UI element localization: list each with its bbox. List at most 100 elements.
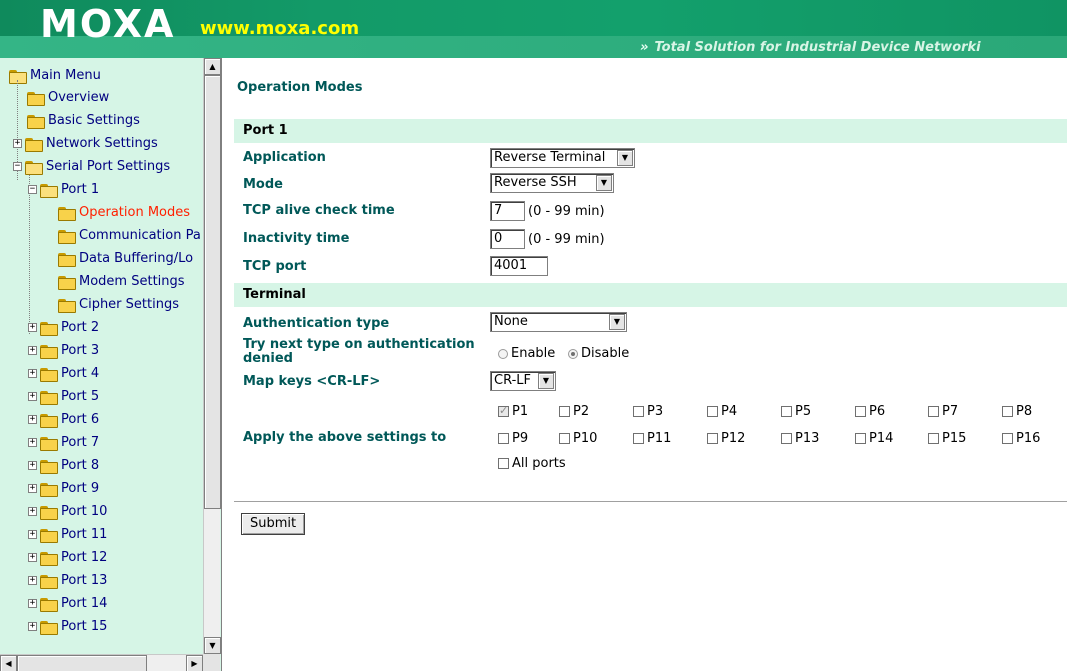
expand-plus-icon[interactable]: + <box>28 415 37 424</box>
checkbox-box[interactable] <box>1002 433 1013 444</box>
scroll-left-icon[interactable]: ◀ <box>0 655 17 671</box>
sidebar-item-network-settings[interactable]: + Network Settings <box>13 132 158 155</box>
checkbox-box[interactable] <box>498 458 509 469</box>
sidebar-item-overview[interactable]: Overview <box>26 86 109 109</box>
sidebar-item-serial-port-settings[interactable]: − Serial Port Settings <box>13 155 170 178</box>
sidebar-item-port-11[interactable]: + Port 11 <box>28 523 107 546</box>
auth-type-select[interactable]: None ▼ <box>490 312 627 332</box>
sidebar-item-port-4[interactable]: + Port 4 <box>28 362 99 385</box>
sidebar-item-operation-modes[interactable]: Operation Modes <box>57 201 190 224</box>
sidebar-vertical-scrollbar[interactable]: ▲ ▼ <box>203 58 221 654</box>
expand-plus-icon[interactable]: + <box>28 507 37 516</box>
sidebar-item-port-6[interactable]: + Port 6 <box>28 408 99 431</box>
collapse-minus-icon[interactable]: − <box>13 162 22 171</box>
sidebar-horizontal-scrollbar[interactable]: ◀ ▶ <box>0 654 220 671</box>
sidebar-item-port-12[interactable]: + Port 12 <box>28 546 107 569</box>
apply-label: Apply the above settings to <box>243 430 447 445</box>
collapse-minus-icon[interactable]: − <box>28 185 37 194</box>
sidebar-item-port-1[interactable]: − Port 1 <box>28 178 99 201</box>
checkbox-box[interactable] <box>781 406 792 417</box>
scroll-up-icon[interactable]: ▲ <box>204 58 221 75</box>
checkbox-box[interactable] <box>855 406 866 417</box>
checkbox-box[interactable] <box>498 404 509 417</box>
port-checkbox-p12[interactable]: P12 <box>707 431 745 446</box>
checkbox-box[interactable] <box>559 433 570 444</box>
checkbox-box[interactable] <box>781 433 792 444</box>
inactivity-input[interactable]: 0 <box>490 229 525 249</box>
checkbox-box[interactable] <box>855 433 866 444</box>
checkbox-box[interactable] <box>1002 406 1013 417</box>
checkbox-box[interactable] <box>928 433 939 444</box>
port-checkbox-p1[interactable]: P1 <box>498 404 528 419</box>
port-checkbox-p9[interactable]: P9 <box>498 431 528 446</box>
radio-dot[interactable] <box>568 348 578 359</box>
all-ports-checkbox[interactable]: All ports <box>498 456 566 471</box>
sidebar-item-port-5[interactable]: + Port 5 <box>28 385 99 408</box>
checkbox-box[interactable] <box>928 406 939 417</box>
sidebar-item-port-9[interactable]: + Port 9 <box>28 477 99 500</box>
try-next-enable-radio[interactable]: Enable <box>498 346 555 361</box>
expand-plus-icon[interactable]: + <box>28 369 37 378</box>
port-checkbox-p7[interactable]: P7 <box>928 404 958 419</box>
port-checkbox-p13[interactable]: P13 <box>781 431 819 446</box>
mode-select[interactable]: Reverse SSH ▼ <box>490 173 614 193</box>
radio-dot[interactable] <box>498 348 508 359</box>
scrollbar-thumb[interactable] <box>204 75 221 509</box>
tcp-alive-input[interactable]: 7 <box>490 201 525 221</box>
port-checkbox-p14[interactable]: P14 <box>855 431 893 446</box>
sidebar-item-cipher-settings[interactable]: Cipher Settings <box>57 293 179 316</box>
expand-plus-icon[interactable]: + <box>28 530 37 539</box>
port-checkbox-p3[interactable]: P3 <box>633 404 663 419</box>
sidebar-item-port-7[interactable]: + Port 7 <box>28 431 99 454</box>
sidebar-item-label: Basic Settings <box>48 113 140 128</box>
sidebar-item-basic-settings[interactable]: Basic Settings <box>26 109 140 132</box>
checkbox-box[interactable] <box>559 406 570 417</box>
sidebar-item-port-3[interactable]: + Port 3 <box>28 339 99 362</box>
scrollbar-thumb[interactable] <box>17 655 147 671</box>
sidebar-item-port-14[interactable]: + Port 14 <box>28 592 107 615</box>
logo-url[interactable]: www.moxa.com <box>200 18 359 39</box>
sidebar-item-main-menu[interactable]: Main Menu <box>8 64 101 87</box>
expand-plus-icon[interactable]: + <box>28 484 37 493</box>
checkbox-box[interactable] <box>707 406 718 417</box>
checkbox-box[interactable] <box>633 433 644 444</box>
scroll-down-icon[interactable]: ▼ <box>204 637 221 654</box>
port-checkbox-p10[interactable]: P10 <box>559 431 597 446</box>
port-checkbox-p11[interactable]: P11 <box>633 431 671 446</box>
sidebar-item-modem-settings[interactable]: Modem Settings <box>57 270 185 293</box>
port-checkbox-p6[interactable]: P6 <box>855 404 885 419</box>
expand-plus-icon[interactable]: + <box>28 392 37 401</box>
checkbox-box[interactable] <box>707 433 718 444</box>
scroll-right-icon[interactable]: ▶ <box>186 655 203 671</box>
port-checkbox-p8[interactable]: P8 <box>1002 404 1032 419</box>
checkbox-box[interactable] <box>498 433 509 444</box>
expand-plus-icon[interactable]: + <box>28 323 37 332</box>
expand-plus-icon[interactable]: + <box>28 461 37 470</box>
application-select[interactable]: Reverse Terminal ▼ <box>490 148 635 168</box>
port-checkbox-p4[interactable]: P4 <box>707 404 737 419</box>
sidebar-item-data-buffering[interactable]: Data Buffering/Lo <box>57 247 193 270</box>
expand-plus-icon[interactable]: + <box>13 139 22 148</box>
port-checkbox-p15[interactable]: P15 <box>928 431 966 446</box>
checkbox-box[interactable] <box>633 406 644 417</box>
expand-plus-icon[interactable]: + <box>28 622 37 631</box>
port-label: P8 <box>1016 404 1033 419</box>
expand-plus-icon[interactable]: + <box>28 576 37 585</box>
sidebar-item-port-15[interactable]: + Port 15 <box>28 615 107 638</box>
expand-plus-icon[interactable]: + <box>28 346 37 355</box>
tcp-port-input[interactable]: 4001 <box>490 256 548 276</box>
port-checkbox-p16[interactable]: P16 <box>1002 431 1040 446</box>
expand-plus-icon[interactable]: + <box>28 553 37 562</box>
sidebar-item-port-2[interactable]: + Port 2 <box>28 316 99 339</box>
port-checkbox-p5[interactable]: P5 <box>781 404 811 419</box>
sidebar-item-port-13[interactable]: + Port 13 <box>28 569 107 592</box>
map-keys-select[interactable]: CR-LF ▼ <box>490 371 556 391</box>
try-next-disable-radio[interactable]: Disable <box>568 346 629 361</box>
sidebar-item-communication-parameters[interactable]: Communication Pa <box>57 224 201 247</box>
expand-plus-icon[interactable]: + <box>28 599 37 608</box>
sidebar-item-port-8[interactable]: + Port 8 <box>28 454 99 477</box>
expand-plus-icon[interactable]: + <box>28 438 37 447</box>
sidebar-item-port-10[interactable]: + Port 10 <box>28 500 107 523</box>
port-checkbox-p2[interactable]: P2 <box>559 404 589 419</box>
submit-button[interactable]: Submit <box>241 513 306 535</box>
